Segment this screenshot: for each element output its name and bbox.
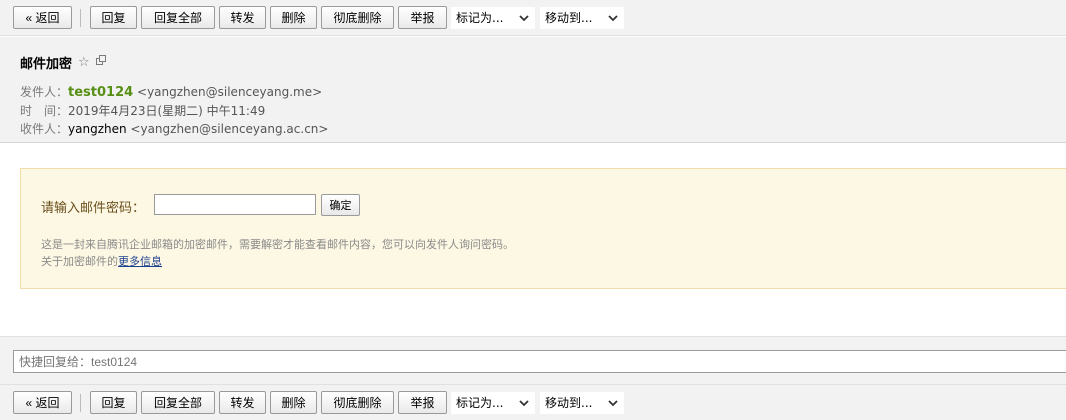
forward-button[interactable]: 转发 <box>219 6 266 29</box>
more-info-link[interactable]: 更多信息 <box>118 255 162 268</box>
chevron-down-icon <box>519 399 529 406</box>
mail-subject: 邮件加密 ☆ <box>20 53 107 72</box>
chevron-down-icon <box>608 399 618 406</box>
bottom-toolbar: « 返回 回复 回复全部 转发 删除 彻底删除 举报 标记为... 移动到... <box>0 384 1066 420</box>
time-row: 时 间：2019年4月23日(星期二) 中午11:49 <box>20 102 265 119</box>
to-label: 收件人： <box>20 122 69 136</box>
back-button[interactable]: « 返回 <box>13 6 72 29</box>
info-line-2: 关于加密邮件的更多信息 <box>41 253 514 270</box>
encryption-info: 这是一封来自腾讯企业邮箱的加密邮件，需要解密才能查看邮件内容，您可以向发件人询问… <box>41 236 514 270</box>
chevron-down-icon <box>519 14 529 21</box>
mark-as-label: 标记为... <box>456 396 504 410</box>
delete-button[interactable]: 删除 <box>270 6 317 29</box>
info-line-2-prefix: 关于加密邮件的 <box>41 255 118 268</box>
move-to-dropdown[interactable]: 移动到... <box>540 6 624 29</box>
mail-header: 邮件加密 ☆ 发件人：test0124 <yangzhen@silenceyan… <box>0 37 1066 143</box>
quick-reply-bar <box>0 336 1066 385</box>
info-line-1: 这是一封来自腾讯企业邮箱的加密邮件，需要解密才能查看邮件内容，您可以向发件人询问… <box>41 238 514 251</box>
reply-button[interactable]: 回复 <box>90 391 137 414</box>
toolbar-separator <box>80 8 81 27</box>
time-label: 时 间： <box>20 104 69 118</box>
mark-as-dropdown[interactable]: 标记为... <box>451 391 535 414</box>
top-toolbar: « 返回 回复 回复全部 转发 删除 彻底删除 举报 标记为... 移动到... <box>0 0 1066 36</box>
sender-address: <yangzhen@silenceyang.me> <box>137 85 323 99</box>
subject-text: 邮件加密 <box>20 57 73 72</box>
reply-all-button[interactable]: 回复全部 <box>141 6 215 29</box>
new-window-icon[interactable] <box>95 55 107 70</box>
reply-button[interactable]: 回复 <box>90 6 137 29</box>
forward-button[interactable]: 转发 <box>219 391 266 414</box>
delete-button[interactable]: 删除 <box>270 391 317 414</box>
sender-name[interactable]: test0124 <box>68 85 133 100</box>
report-button[interactable]: 举报 <box>398 6 447 29</box>
confirm-button[interactable]: 确定 <box>321 194 360 216</box>
quick-reply-input[interactable] <box>13 350 1066 373</box>
chevron-down-icon <box>608 14 618 21</box>
recipient-row: 收件人：yangzhen <yangzhen@silenceyang.ac.cn… <box>20 120 328 137</box>
recipient-name[interactable]: yangzhen <box>68 122 127 136</box>
back-button[interactable]: « 返回 <box>13 391 72 414</box>
password-input[interactable] <box>154 194 316 215</box>
star-icon[interactable]: ☆ <box>78 55 90 70</box>
delete-permanently-button[interactable]: 彻底删除 <box>321 391 394 414</box>
toolbar-separator <box>80 393 81 412</box>
mark-as-label: 标记为... <box>456 11 504 25</box>
report-button[interactable]: 举报 <box>398 391 447 414</box>
delete-permanently-button[interactable]: 彻底删除 <box>321 6 394 29</box>
move-to-dropdown[interactable]: 移动到... <box>540 391 624 414</box>
from-label: 发件人： <box>20 85 69 99</box>
password-prompt: 请输入邮件密码： <box>41 201 146 216</box>
encryption-notice: 请输入邮件密码： 确定 这是一封来自腾讯企业邮箱的加密邮件，需要解密才能查看邮件… <box>20 168 1066 289</box>
sender-row: 发件人：test0124 <yangzhen@silenceyang.me> <box>20 83 322 100</box>
time-value: 2019年4月23日(星期二) 中午11:49 <box>68 104 266 118</box>
mark-as-dropdown[interactable]: 标记为... <box>451 6 535 29</box>
move-to-label: 移动到... <box>545 396 593 410</box>
recipient-address: <yangzhen@silenceyang.ac.cn> <box>130 122 329 136</box>
move-to-label: 移动到... <box>545 11 593 25</box>
reply-all-button[interactable]: 回复全部 <box>141 391 215 414</box>
